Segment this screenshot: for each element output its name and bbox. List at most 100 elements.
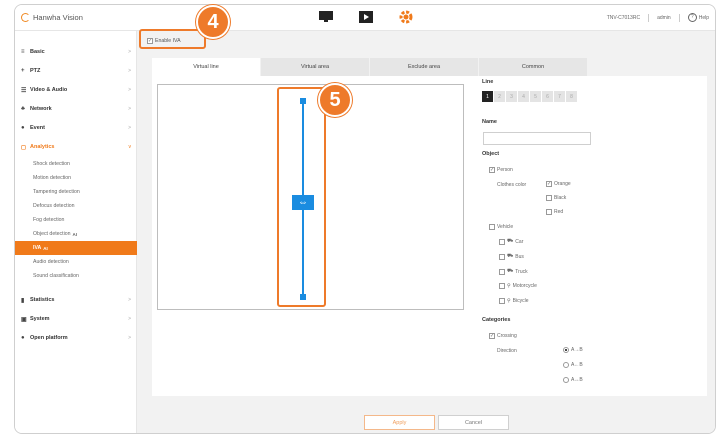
direction-both-radio[interactable]: A↔B <box>563 377 583 383</box>
monitor-icon[interactable] <box>318 9 334 25</box>
sidebar-sub-defocus-detection[interactable]: Defocus detection <box>15 199 137 213</box>
cancel-button[interactable]: Cancel <box>438 415 509 430</box>
line-6-button[interactable]: 6 <box>542 91 553 102</box>
sidebar-item-label: PTZ <box>30 68 41 74</box>
radio-selected-icon <box>563 347 569 353</box>
line-1-button[interactable]: 1 <box>482 91 493 102</box>
sidebar-item-label: System <box>30 316 50 322</box>
name-input[interactable] <box>483 132 591 145</box>
vehicle-checkbox[interactable]: Vehicle <box>489 224 513 230</box>
callout-badge-5: 5 <box>318 83 352 117</box>
sidebar-item-statistics[interactable]: ▮ Statistics > <box>15 293 137 307</box>
direction-b-to-a-radio[interactable]: A←B <box>563 362 583 368</box>
checkbox-checked-icon: ✓ <box>489 167 495 173</box>
top-nav-icons <box>318 9 414 25</box>
sidebar-sub-label: Object detection <box>33 231 71 237</box>
sidebar-item-open-platform[interactable]: ● Open platform > <box>15 331 137 345</box>
person-checkbox[interactable]: ✓ Person <box>489 167 513 173</box>
sidebar-item-basic[interactable]: ≡ Basic > <box>15 45 137 59</box>
line-8-button[interactable]: 8 <box>566 91 577 102</box>
sidebar-item-label: Analytics <box>30 144 55 150</box>
checkbox-icon <box>499 253 505 260</box>
sidebar-sub-fog-detection[interactable]: Fog detection <box>15 213 137 227</box>
callout-highlight-virtual-line <box>277 87 326 307</box>
checkbox-icon <box>489 224 495 230</box>
analytics-icon: ◻ <box>21 144 26 151</box>
sidebar-sub-audio-detection[interactable]: Audio detection <box>15 255 137 269</box>
top-right: TNV-C7013RC admin ? Help <box>607 13 709 22</box>
tab-virtual-line[interactable]: Virtual line <box>152 58 261 76</box>
color-orange-checkbox[interactable]: ✓ Orange <box>546 181 571 187</box>
chevron-right-icon: > <box>128 49 131 55</box>
direction-b-to-a-label: A←B <box>571 362 583 368</box>
chevron-right-icon: > <box>128 335 131 341</box>
sidebar-item-label: Open platform <box>30 335 68 341</box>
event-icon: ● <box>21 125 25 131</box>
checkbox-icon <box>499 283 505 289</box>
tab-exclude-area[interactable]: Exclude area <box>370 58 479 76</box>
vehicle-truck-checkbox[interactable]: ⛟ Truck <box>499 268 528 275</box>
line-settings: Line 1 2 3 4 5 6 7 8 Name Object ✓ Perso… <box>482 76 702 396</box>
sidebar-sub-shock-detection[interactable]: Shock detection <box>15 157 137 171</box>
playback-icon[interactable] <box>358 9 374 25</box>
divider <box>678 13 680 22</box>
direction-label: Direction <box>497 348 517 354</box>
vehicle-car-checkbox[interactable]: ⛟ Car <box>499 238 523 245</box>
line-3-button[interactable]: 3 <box>506 91 517 102</box>
sidebar-item-analytics[interactable]: ◻ Analytics v <box>15 140 137 154</box>
sidebar-item-event[interactable]: ● Event > <box>15 121 137 135</box>
sidebar-sub-iva[interactable]: IVA AI <box>15 241 137 255</box>
color-black-label: Black <box>554 195 567 201</box>
sidebar-sub-motion-detection[interactable]: Motion detection <box>15 171 137 185</box>
sidebar-sub-object-detection[interactable]: Object detection AI <box>15 227 137 241</box>
categories-section-title: Categories <box>482 317 511 323</box>
sidebar: ≡ Basic > + PTZ > ☰ Video & Audio > ♣ Ne… <box>15 31 137 433</box>
crossing-checkbox[interactable]: ✓ Crossing <box>489 333 517 339</box>
apply-button[interactable]: Apply <box>364 415 435 430</box>
chevron-right-icon: > <box>128 125 131 131</box>
direction-both-label: A↔B <box>571 377 583 383</box>
vehicle-bicycle-checkbox[interactable]: ⚲ Bicycle <box>499 298 529 304</box>
chevron-right-icon: > <box>128 68 131 74</box>
color-red-checkbox[interactable]: Red <box>546 209 563 215</box>
line-5-button[interactable]: 5 <box>530 91 541 102</box>
tab-common[interactable]: Common <box>479 58 588 76</box>
sidebar-item-ptz[interactable]: + PTZ > <box>15 64 137 78</box>
top-bar: Hanwha Vision TNV-C7013RC admin ? Help <box>15 5 715 31</box>
ptz-icon: + <box>21 68 25 74</box>
sidebar-item-network[interactable]: ♣ Network > <box>15 102 137 116</box>
line-4-button[interactable]: 4 <box>518 91 529 102</box>
vehicle-motorcycle-label: Motorcycle <box>512 283 537 289</box>
vehicle-bus-checkbox[interactable]: ⛟ Bus <box>499 253 524 260</box>
sidebar-sub-tampering-detection[interactable]: Tampering detection <box>15 185 137 199</box>
object-section-title: Object <box>482 151 500 157</box>
tab-bar: Virtual line Virtual area Exclude area C… <box>152 58 588 76</box>
direction-a-to-b-radio[interactable]: A→B <box>563 347 583 353</box>
color-black-checkbox[interactable]: Black <box>546 195 566 201</box>
color-red-label: Red <box>554 209 564 215</box>
network-icon: ♣ <box>21 106 25 112</box>
sidebar-sub-sound-classification[interactable]: Sound classification <box>15 269 137 283</box>
car-icon: ⛟ <box>507 238 514 244</box>
device-model: TNV-C7013RC <box>606 14 641 21</box>
settings-gear-icon[interactable] <box>398 9 414 25</box>
tab-virtual-area[interactable]: Virtual area <box>261 58 370 76</box>
bicycle-icon: ⚲ <box>507 298 511 304</box>
vehicle-car-label: Car <box>515 238 524 245</box>
chevron-right-icon: > <box>128 316 131 322</box>
vehicle-truck-label: Truck <box>515 268 528 275</box>
radio-icon <box>563 377 569 383</box>
radio-icon <box>563 362 569 368</box>
line-7-button[interactable]: 7 <box>554 91 565 102</box>
brand-logo-icon <box>21 13 30 22</box>
line-2-button[interactable]: 2 <box>494 91 505 102</box>
sidebar-item-system[interactable]: ▣ System > <box>15 312 137 326</box>
settings-panel: ⇔ Line 1 2 3 4 5 6 7 8 Name Object ✓ Per… <box>152 76 707 396</box>
sidebar-item-video-audio[interactable]: ☰ Video & Audio > <box>15 83 137 97</box>
help-icon: ? <box>687 13 697 22</box>
video-audio-icon: ☰ <box>21 87 27 94</box>
vehicle-motorcycle-checkbox[interactable]: ⚲ Motorcycle <box>499 283 537 289</box>
help-button[interactable]: ? Help <box>687 13 709 22</box>
checkbox-checked-icon: ✓ <box>546 181 552 187</box>
user-name[interactable]: admin <box>657 15 671 21</box>
